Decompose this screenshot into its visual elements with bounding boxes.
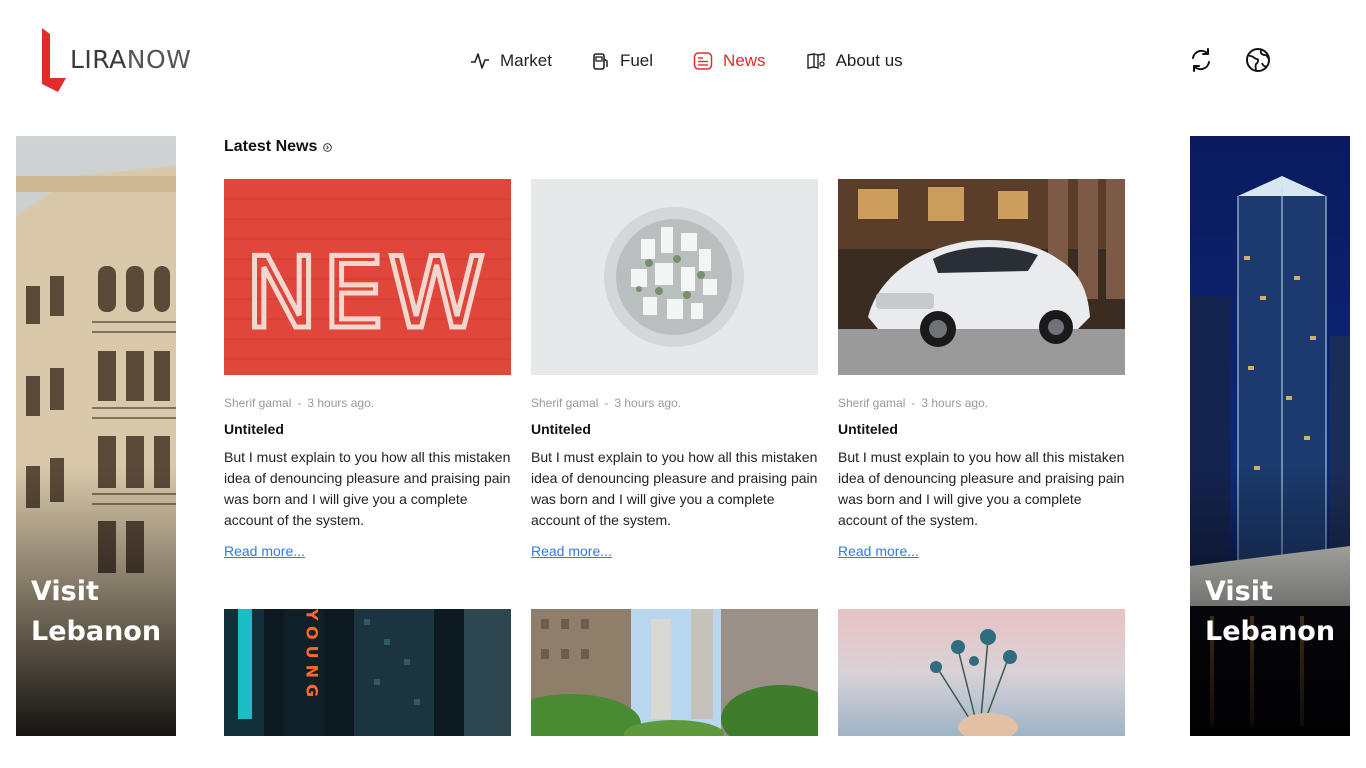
news-thumbnail[interactable]: NEW [224,179,511,375]
refresh-icon[interactable] [1188,47,1214,73]
fuel-pump-icon [593,53,608,70]
newspaper-icon [693,52,713,70]
right-visit-lebanon-banner[interactable]: Visit Lebanon [1190,136,1350,736]
news-thumbnail[interactable] [531,609,818,736]
news-thumbnail[interactable]: YOUNG [224,609,511,736]
nav-item-fuel[interactable]: Fuel [592,51,653,71]
news-title: Untiteled [531,421,591,437]
news-meta: Sherif gamal -3 hours ago. [838,396,989,410]
news-meta: Sherif gamal -3 hours ago. [531,396,682,410]
news-excerpt: But I must explain to you how all this m… [531,449,818,528]
book-map-icon [806,53,825,69]
news-thumbnail[interactable] [838,179,1125,375]
globe-icon[interactable] [1245,47,1271,73]
nav-item-about-us[interactable]: About us [806,51,903,71]
news-excerpt: But I must explain to you how all this m… [224,449,511,528]
news-thumbnail[interactable] [838,609,1125,736]
left-visit-lebanon-banner[interactable]: Visit Lebanon [16,136,176,736]
neon-sign-text: YOUNG [303,609,322,703]
news-excerpt: But I must explain to you how all this m… [838,449,1125,528]
news-meta: Sherif gamal -3 hours ago. [224,396,375,410]
nav-label: About us [835,51,903,70]
new-sign-text: NEW [245,237,489,351]
news-title: Untiteled [224,421,284,437]
news-title: Untiteled [838,421,898,437]
latest-news-heading[interactable]: Latest News [224,138,333,156]
chevron-right-circle-icon [323,142,333,152]
logo-wordmark: LIRANOW [70,45,192,74]
main-nav: Market Fuel News About us [470,48,943,74]
nav-item-news[interactable]: News [693,51,766,71]
news-card: Sherif gamal -3 hours ago. Untiteled But … [838,179,1125,561]
nav-label: Fuel [619,51,654,70]
read-more-link[interactable]: Read more... [838,543,919,559]
nav-label: News [723,51,766,70]
news-card: NEW Sherif gamal -3 hours ago. Untiteled … [224,179,511,561]
read-more-link[interactable]: Read more... [224,543,305,559]
lira-now-logo[interactable]: LIRANOW [40,26,191,94]
banner-caption: Visit Lebanon [1205,576,1336,647]
logo-mark-icon [42,28,66,92]
activity-icon [471,53,489,69]
news-thumbnail[interactable] [531,179,818,375]
read-more-link[interactable]: Read more... [531,543,612,559]
news-card: Sherif gamal -3 hours ago. Untiteled But … [531,179,818,561]
nav-label: Market [500,51,552,70]
site-header: LIRANOW Market Fuel News About us [0,0,1366,120]
banner-caption: Visit Lebanon [31,576,162,647]
nav-item-market[interactable]: Market [470,51,552,71]
